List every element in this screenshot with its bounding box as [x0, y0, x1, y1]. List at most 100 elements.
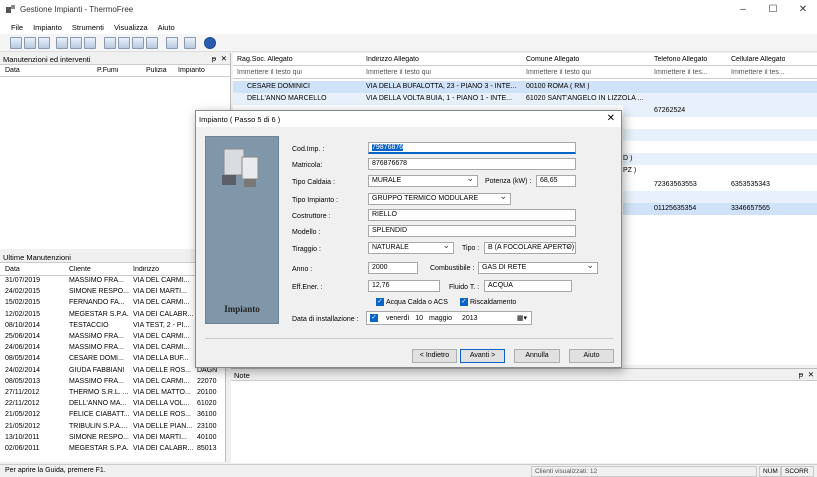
- column-header[interactable]: Indirizzo Allegato: [366, 56, 419, 63]
- cell-cliente: MASSIMO FRA...: [69, 344, 124, 352]
- close-icon[interactable]: ✕: [221, 54, 227, 63]
- filter-input[interactable]: Immettere il tes...: [654, 69, 724, 76]
- menu-visualizza[interactable]: Visualizza: [109, 20, 153, 35]
- column-header[interactable]: Data: [5, 67, 20, 74]
- document-icon[interactable]: [56, 37, 68, 49]
- table-row[interactable]: [623, 129, 817, 141]
- cancel-button[interactable]: Annulla: [514, 349, 560, 363]
- table-row[interactable]: 12/02/2015 MEGESTAR S.P.A. VIA DEI CALABR.…: [0, 310, 226, 321]
- next-button[interactable]: Avanti >: [460, 349, 505, 363]
- column-header[interactable]: Rag.Soc. Allegato: [237, 56, 293, 63]
- table-row[interactable]: 27/11/2012 THERMO S.R.L. ... VIA DEL MATTO…: [0, 388, 226, 399]
- close-icon[interactable]: ✕: [808, 370, 814, 379]
- matricola-input[interactable]: 876876678: [368, 158, 576, 170]
- tipo-caldaia-select[interactable]: MURALE: [368, 175, 478, 187]
- copy-icon[interactable]: [132, 37, 144, 49]
- table-row[interactable]: CESARE DOMINICI VIA DELLA BUFALOTTA, 23 …: [233, 81, 817, 93]
- combustibile-select[interactable]: GAS DI RETE: [478, 262, 598, 274]
- acqua-calda-checkbox[interactable]: ✓ Acqua Calda o ACS: [376, 298, 448, 306]
- column-header[interactable]: Cliente: [69, 266, 91, 273]
- cell-cliente: SIMONE RESPO...: [69, 433, 129, 441]
- fluido-input[interactable]: ACQUA: [484, 280, 572, 292]
- tipo-select[interactable]: B (A FOCOLARE APERTO): [484, 242, 576, 254]
- data-installazione-picker[interactable]: ✓ venerdì 10 maggio 2013 ▦▾: [366, 311, 532, 325]
- table-row[interactable]: 24/02/2015 SIMONE RESPO... VIA DEI MARTI..…: [0, 287, 226, 298]
- anno-input[interactable]: 2000: [368, 262, 418, 274]
- new-icon[interactable]: [10, 37, 22, 49]
- table-row[interactable]: 02/06/2011 MEGESTAR S.P.A. VIA DEI CALABR.…: [0, 444, 226, 455]
- filter-input[interactable]: Immettere il testo qui: [366, 69, 516, 76]
- column-header[interactable]: Comune Allegato: [526, 56, 579, 63]
- pin-icon[interactable]: ᵽ: [212, 54, 216, 63]
- filter-input[interactable]: Immettere il testo qui: [237, 69, 357, 76]
- maximize-button[interactable]: ☐: [763, 2, 783, 18]
- table-row[interactable]: 72363563553 6353535343: [623, 179, 817, 191]
- menu-file[interactable]: File: [6, 20, 28, 35]
- riscaldamento-checkbox[interactable]: ✓ Riscaldamento: [460, 298, 516, 306]
- cell-cap: 22070: [197, 377, 217, 385]
- menu-strumenti[interactable]: Strumenti: [67, 20, 109, 35]
- column-header[interactable]: Cellulare Allegato: [731, 56, 785, 63]
- cell-indirizzo: VIA DEL CARMI...: [133, 333, 190, 340]
- label-tipo: Tipo :: [462, 245, 480, 252]
- table-row[interactable]: 01125635354 3346657565: [623, 203, 817, 215]
- print-preview-icon[interactable]: [84, 37, 96, 49]
- window-title: Gestione Impianti - ThermoFree: [20, 5, 134, 14]
- filter-input[interactable]: Immettere il tes...: [731, 69, 801, 76]
- calendar-icon[interactable]: ▦▾: [517, 314, 527, 322]
- table-row[interactable]: 13/10/2011 SIMONE RESPO... VIA DEI MARTI..…: [0, 433, 226, 444]
- panel-title: Ultime Manutenzioni: [0, 251, 225, 263]
- report-icon[interactable]: [166, 37, 178, 49]
- menu-aiuto[interactable]: Aiuto: [153, 20, 180, 35]
- column-header[interactable]: Pulizia: [146, 67, 167, 74]
- table-row[interactable]: 22/11/2012 DELL'ANNO MA... VIA DELLA VOL..…: [0, 399, 226, 410]
- cell-data: 08/05/2014: [5, 355, 41, 363]
- table-row[interactable]: 24/02/2014 GIUDA FABBIANI VIA DELLE ROS...…: [0, 366, 226, 377]
- table-row[interactable]: 08/05/2014 CESARE DOMI... VIA DELLA BUF...: [0, 354, 226, 365]
- cell-cliente: FERNANDO FA...: [69, 299, 125, 307]
- pin-icon[interactable]: ᵽ: [799, 370, 803, 379]
- open-icon[interactable]: [24, 37, 36, 49]
- paste-icon[interactable]: [146, 37, 158, 49]
- column-header[interactable]: Telefono Allegato: [654, 56, 707, 63]
- tiraggio-select[interactable]: NATURALE: [368, 242, 454, 254]
- print-icon[interactable]: [70, 37, 82, 49]
- table-row[interactable]: D ): [623, 153, 817, 165]
- list-icon[interactable]: [38, 37, 50, 49]
- table-row[interactable]: 24/06/2014 MASSIMO FRA... VIA DEL CARMI...: [0, 343, 226, 354]
- table-row[interactable]: [623, 191, 817, 203]
- filter-input[interactable]: Immettere il testo qui: [526, 69, 646, 76]
- zoom-icon[interactable]: [118, 37, 130, 49]
- help-button[interactable]: Aiuto: [569, 349, 614, 363]
- minimize-button[interactable]: –: [733, 2, 753, 18]
- potenza-input[interactable]: 68,65: [536, 175, 576, 187]
- column-header[interactable]: Impianto: [178, 67, 205, 74]
- plugin-icon[interactable]: [184, 37, 196, 49]
- filter-row: Immettere il testo qui Immettere il test…: [233, 66, 817, 79]
- close-window-button[interactable]: ✕: [793, 2, 813, 18]
- costruttore-input[interactable]: RIELLO: [368, 209, 576, 221]
- tipo-impianto-select[interactable]: GRUPPO TERMICO MODULARE: [368, 193, 511, 205]
- table-row[interactable]: 21/05/2012 FELICE CIABATT... VIA DELLE ROS…: [0, 410, 226, 421]
- table-row[interactable]: 25/06/2014 MASSIMO FRA... VIA DEL CARMI...: [0, 332, 226, 343]
- modello-input[interactable]: SPLENDID: [368, 225, 576, 237]
- column-header[interactable]: P.Fumi: [97, 67, 118, 74]
- table-row[interactable]: 08/10/2014 TESTACCIO VIA TEST, 2 - PI...: [0, 321, 226, 332]
- back-button[interactable]: < Indietro: [412, 349, 457, 363]
- close-icon[interactable]: ✕: [607, 113, 615, 124]
- table-row[interactable]: DELL'ANNO MARCELLO VIA DELLA VOLTA BUIA,…: [233, 93, 817, 105]
- table-row[interactable]: 31/07/2019 MASSIMO FRA... VIA DEL CARMI...: [0, 276, 226, 287]
- table-row[interactable]: 08/05/2013 MASSIMO FRA... VIA DEL CARMI...…: [0, 377, 226, 388]
- search-icon[interactable]: [104, 37, 116, 49]
- column-header[interactable]: Indirizzo: [133, 266, 159, 273]
- table-row[interactable]: 15/02/2015 FERNANDO FA... VIA DEL CARMI...: [0, 298, 226, 309]
- eff-ener-input[interactable]: 12,76: [368, 280, 440, 292]
- column-header[interactable]: Data: [5, 266, 20, 273]
- table-row[interactable]: 67262524: [623, 105, 817, 117]
- checkbox-checked-icon[interactable]: ✓: [370, 314, 378, 322]
- table-row[interactable]: PZ ): [623, 165, 817, 177]
- menu-impianto[interactable]: Impianto: [28, 20, 67, 35]
- cod-imp-input[interactable]: 79876876: [368, 142, 576, 154]
- table-row[interactable]: 21/05/2012 TRIBULIN S.P.A.... VIA DELLE PI…: [0, 422, 226, 433]
- help-icon[interactable]: [204, 37, 216, 49]
